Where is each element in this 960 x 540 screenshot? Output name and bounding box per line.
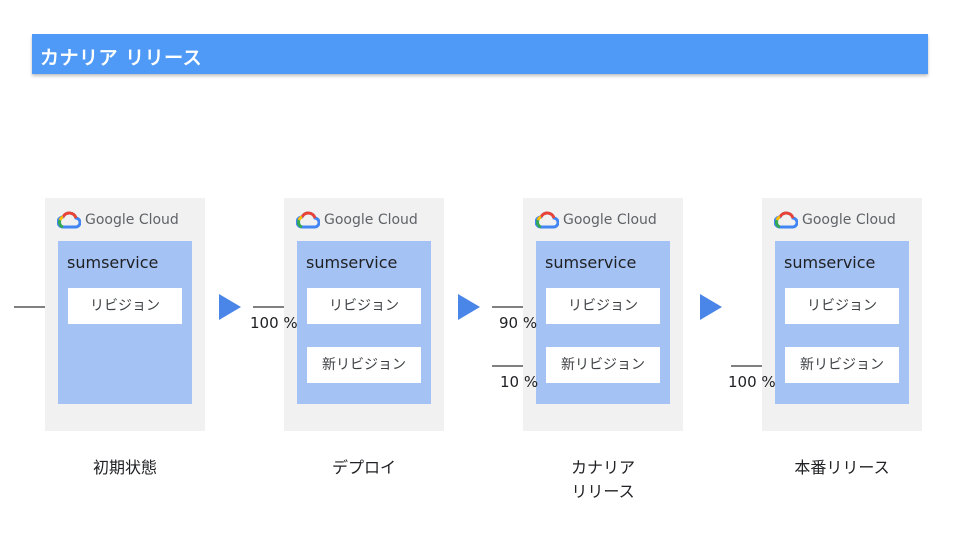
google-cloud-icon bbox=[57, 211, 81, 229]
revision-box: リビジョン bbox=[785, 288, 899, 324]
new-revision-box: 新リビジョン bbox=[307, 347, 421, 383]
service-name: sumservice bbox=[306, 253, 398, 272]
step-label-production: 本番リリース bbox=[794, 458, 890, 477]
brand-label: Google Cloud bbox=[85, 212, 179, 228]
step-label-canary: カナリア リリース bbox=[570, 458, 635, 501]
panel-initial: Google Cloud sumservice リビジョン bbox=[45, 198, 205, 431]
google-cloud-icon bbox=[296, 211, 320, 229]
service-name: sumservice bbox=[545, 253, 637, 272]
traffic-pct-deploy: 100 % bbox=[250, 314, 298, 332]
new-revision-box: 新リビジョン bbox=[546, 347, 660, 383]
google-cloud-icon bbox=[774, 211, 798, 229]
service-box: sumservice リビジョン bbox=[58, 241, 192, 404]
step-label-initial: 初期状態 bbox=[92, 458, 157, 477]
revision-box: リビジョン bbox=[68, 288, 182, 324]
service-name: sumservice bbox=[784, 253, 876, 272]
service-name: sumservice bbox=[67, 253, 159, 272]
step-arrow-icon bbox=[458, 294, 480, 320]
revision-box: リビジョン bbox=[546, 288, 660, 324]
new-revision-box: 新リビジョン bbox=[785, 347, 899, 383]
service-box: sumservice リビジョン 新リビジョン bbox=[536, 241, 670, 404]
step-arrow-icon bbox=[219, 294, 241, 320]
panel-production: Google Cloud sumservice リビジョン 新リビジョン bbox=[762, 198, 922, 431]
traffic-pct-prod: 100 % bbox=[728, 373, 776, 391]
traffic-pct-canary-new: 10 % bbox=[500, 373, 539, 391]
step-arrow-icon bbox=[700, 294, 722, 320]
brand-label: Google Cloud bbox=[324, 212, 418, 228]
service-box: sumservice リビジョン 新リビジョン bbox=[297, 241, 431, 404]
panel-canary: Google Cloud sumservice リビジョン 新リビジョン bbox=[523, 198, 683, 431]
step-label-deploy: デプロイ bbox=[331, 458, 396, 477]
revision-box: リビジョン bbox=[307, 288, 421, 324]
google-cloud-icon bbox=[535, 211, 559, 229]
brand-label: Google Cloud bbox=[802, 212, 896, 228]
brand-label: Google Cloud bbox=[563, 212, 657, 228]
service-box: sumservice リビジョン 新リビジョン bbox=[775, 241, 909, 404]
panel-deploy: Google Cloud sumservice リビジョン 新リビジョン bbox=[284, 198, 444, 431]
traffic-pct-canary-old: 90 % bbox=[499, 314, 538, 332]
